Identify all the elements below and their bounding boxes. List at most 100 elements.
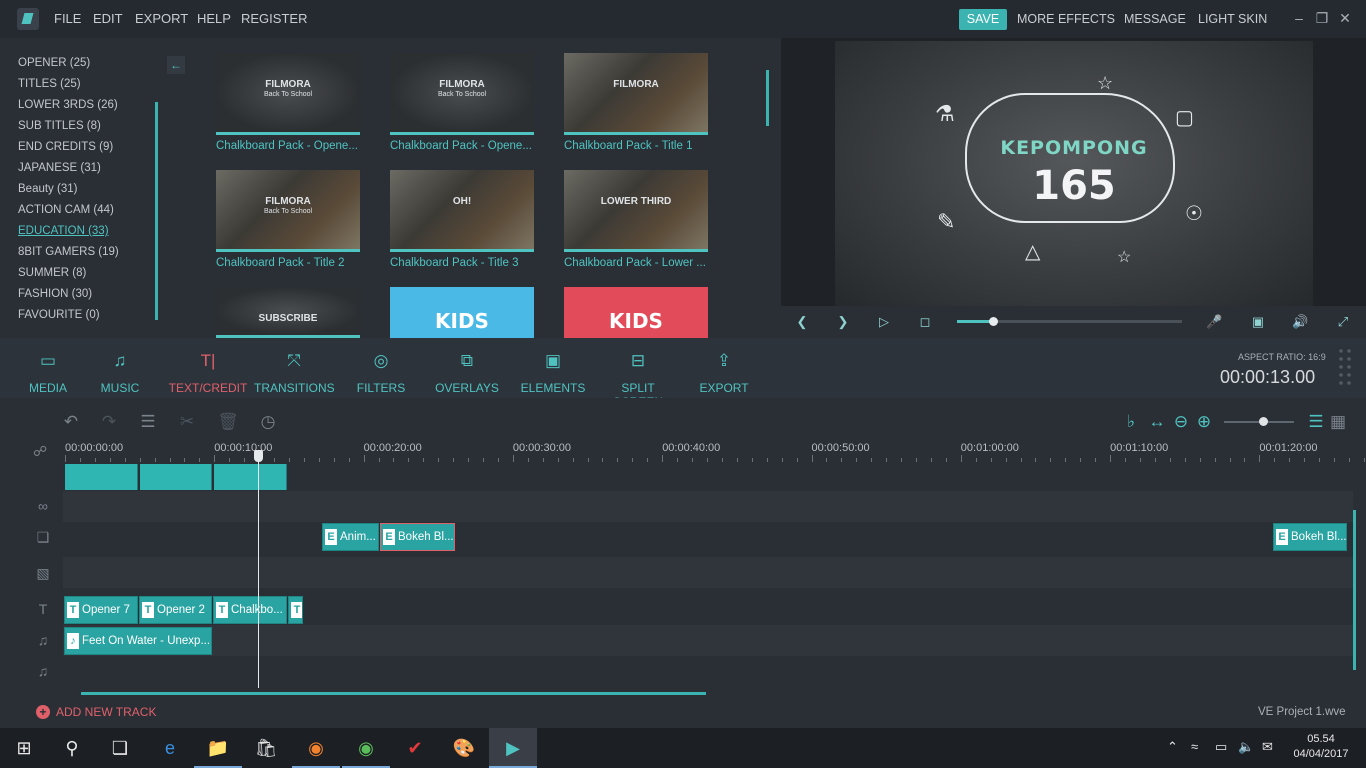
snap-icon[interactable]: ☍ <box>33 443 47 460</box>
text-clip[interactable]: T Chalkbo... <box>213 596 287 624</box>
edge-browser-icon[interactable]: e <box>146 728 194 768</box>
category-item[interactable]: ACTION CAM (44) <box>18 204 114 216</box>
menu-edit[interactable]: EDIT <box>93 11 123 26</box>
timeline-vertical-scrollbar[interactable] <box>1353 510 1356 670</box>
menu-export[interactable]: EXPORT <box>135 11 188 26</box>
element-clip[interactable]: E Anim... <box>322 523 379 551</box>
template-thumbnail[interactable]: LOWER THIRD <box>564 170 708 252</box>
timeline-horizontal-scrollbar[interactable] <box>81 692 706 695</box>
duration-clock-icon[interactable]: ◷ <box>257 412 279 432</box>
skip-back-icon[interactable]: ❮ <box>794 314 810 330</box>
thumbnail-title[interactable]: Chalkboard Pack - Opene... <box>216 140 362 152</box>
menu-file[interactable]: FILE <box>54 11 81 26</box>
category-item[interactable]: FAVOURITE (0) <box>18 309 100 321</box>
fit-to-timeline-icon[interactable]: ↔ <box>1146 412 1168 432</box>
firefox-icon[interactable]: ◉ <box>292 728 340 768</box>
toolbar-overlays-button[interactable]: ⧉ OVERLAYS <box>427 342 507 395</box>
category-item[interactable]: LOWER 3RDS (26) <box>18 99 118 111</box>
element-clip-selected[interactable]: E Bokeh Bl... <box>380 523 455 551</box>
playhead[interactable] <box>258 452 259 688</box>
thumbnail-title[interactable]: Chalkboard Pack - Title 3 <box>390 257 536 269</box>
video-clip[interactable] <box>214 464 287 490</box>
category-item[interactable]: JAPANESE (31) <box>18 162 101 174</box>
audio-clip[interactable]: ♪ Feet On Water - Unexp... <box>64 627 212 655</box>
list-view-icon[interactable]: ☰ <box>1305 412 1327 432</box>
stop-icon[interactable]: ◻ <box>917 314 933 330</box>
thumbnail-title[interactable]: Chalkboard Pack - Title 1 <box>564 140 710 152</box>
filmora-taskbar-icon[interactable]: ▶ <box>489 728 537 768</box>
adjust-icon[interactable]: ☰ <box>137 412 159 432</box>
drag-handle-icon[interactable] <box>1337 347 1353 387</box>
template-thumbnail[interactable]: FILMORA Back To School <box>216 53 360 135</box>
toolbar-export-button[interactable]: ⇪ EXPORT <box>684 342 764 395</box>
message-button[interactable]: MESSAGE <box>1124 12 1186 26</box>
template-thumbnail[interactable]: FILMORA Back To School <box>390 53 534 135</box>
battery-icon[interactable]: ▭ <box>1215 739 1227 755</box>
minimize-icon[interactable]: – <box>1291 10 1307 26</box>
close-icon[interactable]: ✕ <box>1337 10 1353 26</box>
preview-seek-bar[interactable] <box>957 317 1182 326</box>
category-item[interactable]: END CREDITS (9) <box>18 141 113 153</box>
audio-mixer-icon[interactable]: ♭ <box>1120 412 1142 432</box>
template-thumbnail[interactable]: KIDS <box>390 287 534 338</box>
text-clip[interactable]: T Opener 2 <box>139 596 212 624</box>
speaker-icon[interactable]: 🔈 <box>1238 739 1254 755</box>
tray-chevron-icon[interactable]: ⌃ <box>1167 739 1178 755</box>
thumbnail-title[interactable]: Chalkboard Pack - Title 2 <box>216 257 362 269</box>
toolbar-music-button[interactable]: ♫ MUSIC <box>80 342 160 395</box>
maximize-icon[interactable]: ❐ <box>1314 10 1330 26</box>
element-clip[interactable]: E Bokeh Bl... <box>1273 523 1347 551</box>
more-effects-button[interactable]: MORE EFFECTS <box>1017 12 1115 26</box>
step-back-icon[interactable]: ❯ <box>835 314 851 330</box>
thumbnail-title[interactable]: Chalkboard Pack - Opene... <box>390 140 536 152</box>
store-icon[interactable]: 🛍 <box>242 728 290 768</box>
category-item[interactable]: TITLES (25) <box>18 78 81 90</box>
toolbar-filters-button[interactable]: ◎ FILTERS <box>341 342 421 395</box>
text-clip[interactable]: T <box>288 596 303 624</box>
category-item[interactable]: SUB TITLES (8) <box>18 120 101 132</box>
zoom-out-icon[interactable]: ⊖ <box>1170 412 1192 432</box>
paint-icon[interactable]: 🎨 <box>440 728 488 768</box>
menu-register[interactable]: REGISTER <box>241 11 307 26</box>
file-explorer-icon[interactable]: 📁 <box>194 728 242 768</box>
vivaldi-icon[interactable]: ✔ <box>391 728 439 768</box>
template-thumbnail[interactable]: FILMORA <box>564 53 708 135</box>
snapshot-camera-icon[interactable]: ▣ <box>1250 314 1266 330</box>
volume-icon[interactable]: 🔊 <box>1292 314 1308 330</box>
template-thumbnail[interactable]: OH! <box>390 170 534 252</box>
play-icon[interactable]: ▷ <box>876 314 892 330</box>
video-clip[interactable] <box>65 464 138 490</box>
task-view-icon[interactable]: ❏ <box>96 728 144 768</box>
category-item[interactable]: OPENER (25) <box>18 57 90 69</box>
windows-start-icon[interactable]: ⊞ <box>0 728 48 768</box>
toolbar-media-button[interactable]: ▭ MEDIA <box>8 342 88 395</box>
back-arrow-icon[interactable]: ← <box>167 56 185 74</box>
category-scrollbar[interactable] <box>155 102 158 320</box>
undo-icon[interactable]: ↶ <box>60 412 82 432</box>
category-item[interactable]: 8BIT GAMERS (19) <box>18 246 119 258</box>
chrome-icon[interactable]: ◉ <box>342 728 390 768</box>
fullscreen-icon[interactable]: ⤢ <box>1335 314 1351 330</box>
grid-view-icon[interactable]: ▦ <box>1327 412 1349 432</box>
light-skin-button[interactable]: LIGHT SKIN <box>1198 12 1267 26</box>
toolbar-elements-button[interactable]: ▣ ELEMENTS <box>513 342 593 395</box>
category-item[interactable]: SUMMER (8) <box>18 267 86 279</box>
grid-scrollbar[interactable] <box>766 70 769 126</box>
taskbar-clock[interactable]: 05.54 04/04/2017 <box>1290 732 1352 762</box>
video-clip[interactable] <box>140 464 212 490</box>
zoom-in-icon[interactable]: ⊕ <box>1193 412 1215 432</box>
thumbnail-title[interactable]: Chalkboard Pack - Lower ... <box>564 257 710 269</box>
notification-icon[interactable]: ✉ <box>1262 739 1273 755</box>
template-thumbnail[interactable]: SUBSCRIBE <box>216 287 360 338</box>
template-thumbnail[interactable]: KIDS <box>564 287 708 338</box>
save-button[interactable]: SAVE <box>959 9 1007 30</box>
text-clip[interactable]: T Opener 7 <box>64 596 138 624</box>
menu-help[interactable]: HELP <box>197 11 231 26</box>
zoom-slider-handle[interactable] <box>1258 417 1268 426</box>
seek-handle[interactable] <box>989 317 998 326</box>
wifi-icon[interactable]: ≈ <box>1191 739 1198 754</box>
search-icon[interactable]: ⚲ <box>48 728 96 768</box>
category-item[interactable]: Beauty (31) <box>18 183 77 195</box>
category-item[interactable]: EDUCATION (33) <box>18 225 109 237</box>
template-thumbnail[interactable]: FILMORA Back To School <box>216 170 360 252</box>
